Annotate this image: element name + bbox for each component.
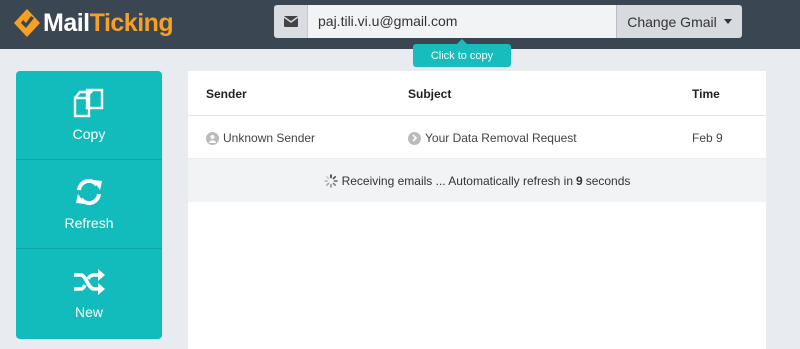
refresh-label: Refresh <box>64 215 114 231</box>
new-button[interactable]: New <box>16 249 162 338</box>
user-icon <box>206 131 219 145</box>
refresh-button[interactable]: Refresh <box>16 160 162 249</box>
copy-button[interactable]: Copy <box>16 71 162 160</box>
envelope-icon[interactable] <box>274 5 308 38</box>
logo-text-ticking: Ticking <box>89 9 174 37</box>
status-suffix: seconds <box>585 173 631 188</box>
subject-text: Your Data Removal Request <box>425 131 577 145</box>
caret-down-icon <box>723 19 732 24</box>
column-header-time: Time <box>692 87 720 101</box>
sender-name: Unknown Sender <box>223 131 316 145</box>
change-gmail-label: Change Gmail <box>627 13 717 30</box>
sidebar: Copy Refresh New <box>16 71 162 339</box>
time-text: Feb 9 <box>692 131 723 145</box>
refresh-icon <box>76 178 102 206</box>
logo-text-mail: Mail <box>43 9 90 37</box>
column-header-sender: Sender <box>206 87 247 101</box>
inbox-panel: Sender Subject Time Unknown Sender Your … <box>188 71 766 349</box>
new-label: New <box>74 303 103 320</box>
chevron-right-icon <box>408 131 421 145</box>
copy-icon <box>73 88 104 118</box>
logo-text: MailTicking <box>43 9 174 37</box>
refresh-countdown: 9 <box>576 173 583 188</box>
top-bar: MailTicking Change Gmail <box>0 0 800 49</box>
shuffle-icon <box>74 268 105 295</box>
column-header-subject: Subject <box>408 87 452 101</box>
status-prefix: Receiving emails ... Automatically refre… <box>341 173 574 188</box>
receiving-status: Receiving emails ... Automatically refre… <box>188 159 766 202</box>
time-cell: Feb 9 <box>692 131 723 145</box>
copy-tooltip: Click to copy <box>413 39 511 67</box>
copy-label: Copy <box>72 126 106 142</box>
sender-cell: Unknown Sender <box>206 131 315 145</box>
inbox-header: Sender Subject Time <box>188 71 766 116</box>
email-address-box: Change Gmail <box>274 5 742 38</box>
subject-cell: Your Data Removal Request <box>408 131 577 145</box>
logo-icon <box>14 9 40 37</box>
tooltip-text: Click to copy <box>430 50 494 62</box>
change-gmail-button[interactable]: Change Gmail <box>616 5 742 38</box>
logo[interactable]: MailTicking <box>14 8 174 38</box>
email-address-field[interactable] <box>308 5 616 38</box>
email-row[interactable]: Unknown Sender Your Data Removal Request… <box>188 116 766 159</box>
spinner-icon <box>323 173 338 188</box>
